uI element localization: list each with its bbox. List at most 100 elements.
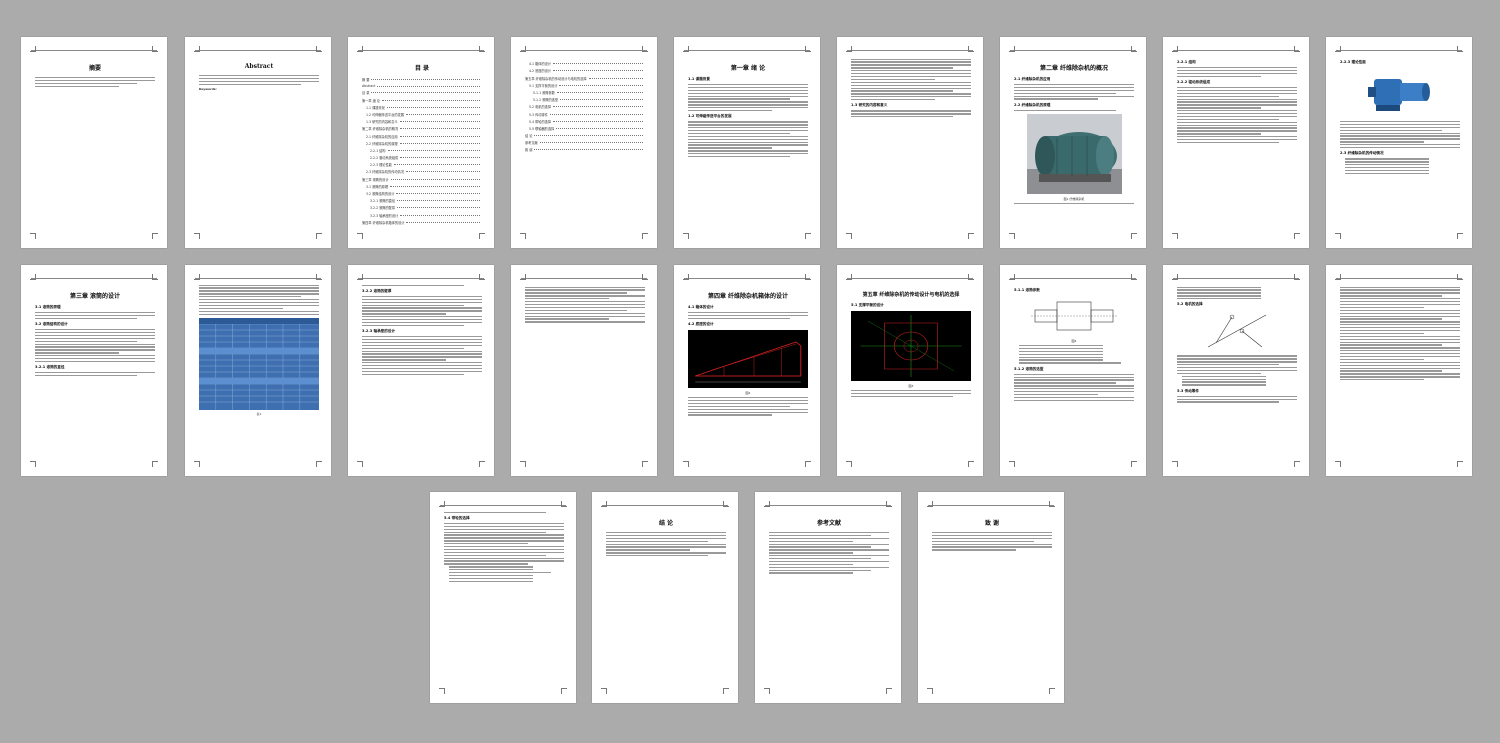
document-page[interactable]: 第三章 滚筒的设计 3.1 滚筒的原理 3.2 滚筒结构的设计 3.2.1 滚筒…: [21, 265, 167, 476]
document-page[interactable]: 结 论: [592, 492, 738, 703]
toc-entry[interactable]: 3.2.3 轴承座的设计: [362, 213, 482, 218]
toc-entry-label: 5.2 电机的选择: [529, 105, 552, 110]
toc-entry[interactable]: 5.1 支撑平衡的设计: [525, 83, 645, 88]
toc-entry[interactable]: 1.1 课题背景: [362, 105, 482, 110]
toc-entry[interactable]: 2.2.3 理论性能: [362, 162, 482, 167]
document-page[interactable]: 表1: [185, 265, 331, 476]
toc-entry-label: 5.1.1 滚筒参数: [533, 90, 555, 95]
toc-entry-label: 1.3 研究的内容和意义: [366, 120, 398, 125]
toc-entry[interactable]: 5.4 带轮的选择: [525, 119, 645, 124]
keywords-label: Keywords:: [199, 86, 217, 91]
toc-entry-label: 3.2.3 轴承座的设计: [370, 213, 399, 218]
chapter-title: 第五章 纤维除杂机的传动设计与电机的选择: [862, 292, 960, 298]
document-page[interactable]: 目 录 摘 要 Abstract 目 录第一章 绪 论 1.1 课题背景 1.2 可伸缩…: [348, 37, 494, 248]
toc-entry[interactable]: 结 论: [525, 133, 645, 138]
toc-entry[interactable]: 2.3 纤维除杂机的传动情况: [362, 169, 482, 174]
toc-leader: [400, 157, 480, 159]
toc-entry[interactable]: 3.2 滚筒结构的设计: [362, 191, 482, 196]
toc-entry[interactable]: 致 谢: [525, 147, 645, 152]
document-page[interactable]: 4.1 箱体的设计 4.2 底座的设计 第五章 纤维除杂机的传动设计与电机的选择 5.…: [511, 37, 657, 248]
table-of-contents: 4.1 箱体的设计 4.2 底座的设计 第五章 纤维除杂机的传动设计与电机的选择 5.…: [525, 61, 645, 152]
toc-leader: [534, 135, 643, 137]
document-page[interactable]: [1326, 265, 1472, 476]
toc-entry[interactable]: 5.2 电机的选择: [525, 104, 645, 109]
toc-leader: [393, 164, 480, 166]
toc-entry[interactable]: 3.1 滚筒的原理: [362, 184, 482, 189]
toc-entry-label: Abstract: [362, 84, 376, 89]
toc-leader: [406, 221, 480, 223]
toc-leader: [371, 79, 480, 80]
toc-entry-label: 3.2.2 滚筒的壁厚: [370, 206, 396, 211]
toc-entry[interactable]: 第五章 纤维除杂机的传动设计与电机的选择: [525, 76, 645, 81]
toc-entry-label: 2.3 纤维除杂机的传动情况: [366, 170, 404, 175]
toc-entry-label: 目 录: [362, 91, 370, 96]
toc-leader: [400, 214, 480, 216]
section-heading: 2.2 纤维除杂机的原理: [1014, 102, 1051, 107]
section-heading: 3.1 滚筒的原理: [35, 305, 61, 309]
toc-entry[interactable]: 1.3 研究的内容和意义: [362, 119, 482, 124]
toc-entry[interactable]: 2.2.1 结构: [362, 148, 482, 153]
toc-entry[interactable]: 3.2.1 滚筒的直径: [362, 198, 482, 203]
document-page[interactable]: 第一章 绪 论 1.1 课题背景 1.2 可伸缩传送平台的发展: [674, 37, 820, 248]
toc-entry-label: 2.2.2 驱动系统组成: [370, 156, 399, 161]
page-title: 摘要: [88, 65, 101, 72]
toc-entry-label: 3.2 滚筒结构的设计: [366, 192, 395, 196]
section-heading: 2.1 纤维除杂机的应用: [1014, 77, 1051, 81]
section-heading: 5.2 电机的选择: [1177, 302, 1203, 307]
document-page[interactable]: 第五章 纤维除杂机的传动设计与电机的选择 5.1 支撑平衡的设计 图3: [837, 265, 983, 476]
machine-photo: [1026, 114, 1122, 195]
toc-entry-label: 致 谢: [525, 148, 533, 153]
toc-entry[interactable]: 4.1 箱体的设计: [525, 61, 645, 66]
cad-drawing: [851, 311, 971, 381]
toc-entry[interactable]: 4.2 底座的设计: [525, 68, 645, 73]
toc-entry[interactable]: 2.1 纤维除杂机的应用: [362, 134, 482, 139]
toc-entry-label: 5.5 联轴器的选择: [529, 126, 555, 131]
toc-entry[interactable]: 5.1.1 滚筒参数: [525, 90, 645, 95]
toc-entry[interactable]: 1.2 可伸缩传送平台的发展: [362, 112, 482, 117]
toc-entry[interactable]: 5.5 联轴器的选择: [525, 126, 645, 131]
toc-leader: [553, 70, 643, 72]
document-page[interactable]: 5.4 带轮的选择: [430, 492, 576, 703]
document-page[interactable]: 摘要: [21, 37, 167, 248]
toc-leader: [556, 91, 643, 93]
document-page[interactable]: 5.1.1 滚筒参数 图4 5.1.2 滚筒的选型: [1000, 265, 1146, 476]
document-page[interactable]: 参考文献: [755, 492, 901, 703]
toc-entry[interactable]: 第二章 纤维除杂机的概况: [362, 126, 482, 131]
section-heading: 3.2.1 滚筒的直径: [35, 365, 65, 370]
document-page[interactable]: 致 谢: [918, 492, 1064, 703]
toc-entry[interactable]: 5.1.2 滚筒的选型: [525, 97, 645, 102]
table-caption: 表1: [256, 411, 262, 416]
toc-entry[interactable]: 第三章 滚筒的设计: [362, 177, 482, 182]
document-page[interactable]: 1.3 研究的内容和意义: [837, 37, 983, 248]
toc-leader: [553, 106, 643, 108]
toc-leader: [559, 84, 643, 86]
toc-entry-label: 2.2.1 结构: [370, 148, 386, 153]
toc-entry-label: 3.2.1 滚筒的直径: [370, 199, 396, 204]
toc-entry[interactable]: 2.2 纤维除杂机的原理: [362, 141, 482, 146]
document-page[interactable]: 2.2.3 理论性能 2.3 纤维除杂机的传动情况: [1326, 37, 1472, 248]
document-page[interactable]: 3.2.2 滚筒的壁厚 3.2.3 轴承座的设计: [348, 265, 494, 476]
toc-entry[interactable]: 摘 要: [362, 77, 482, 82]
toc-entry-label: 第一章 绪 论: [362, 98, 380, 103]
toc-entry[interactable]: 目 录: [362, 90, 482, 95]
document-page[interactable]: Abstract Keywords:: [185, 37, 331, 248]
toc-entry[interactable]: 第一章 绪 论: [362, 98, 482, 103]
toc-entry[interactable]: 3.2.2 滚筒的壁厚: [362, 205, 482, 210]
toc-entry-label: 2.2.3 理论性能: [370, 163, 392, 168]
section-heading: 2.3 纤维除杂机的传动情况: [1340, 151, 1384, 156]
section-heading: 5.1.1 滚筒参数: [1014, 288, 1040, 292]
document-page[interactable]: 第四章 纤维除杂机箱体的设计 4.1 箱体的设计 4.2 底座的设计 图2: [674, 265, 820, 476]
document-page[interactable]: 5.2 电机的选择 5.3 传动零件: [1163, 265, 1309, 476]
toc-entry[interactable]: Abstract: [362, 84, 482, 88]
section-heading: 2.2.3 理论性能: [1340, 60, 1366, 64]
toc-entry[interactable]: 2.2.2 驱动系统组成: [362, 155, 482, 160]
document-page[interactable]: [511, 265, 657, 476]
toc-entry[interactable]: 5.3 传动零件: [525, 112, 645, 117]
toc-leader: [399, 121, 480, 123]
chapter-title: 第二章 纤维除杂机的概况: [1039, 65, 1109, 72]
document-page[interactable]: 第二章 纤维除杂机的概况 2.1 纤维除杂机的应用 2.2 纤维除杂机的原理 图…: [1000, 37, 1146, 248]
toc-entry-label: 参考文献: [525, 141, 538, 146]
document-page[interactable]: 2.2.1 结构 2.2.2 驱动系统组成: [1163, 37, 1309, 248]
toc-entry[interactable]: 参考文献: [525, 140, 645, 145]
toc-entry[interactable]: 第四章 纤维除杂机箱体的设计: [362, 220, 482, 225]
